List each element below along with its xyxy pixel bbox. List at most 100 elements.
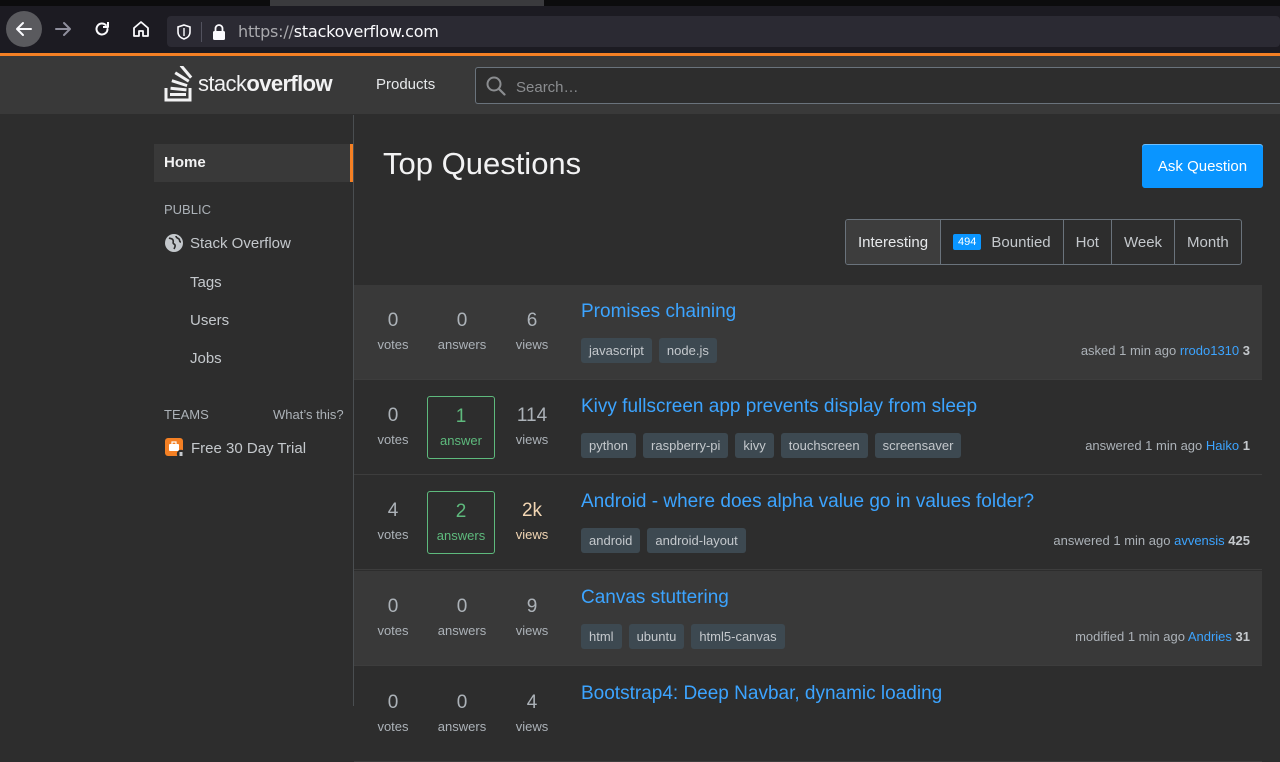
question-row: 0 votes 1 answer 114 views Kivy fullscreen … xyxy=(354,380,1262,475)
votes-number: 0 xyxy=(387,596,399,617)
sidebar-item-users[interactable]: Users xyxy=(190,312,229,329)
tag[interactable]: touchscreen xyxy=(780,433,868,458)
free-trial-link[interactable]: Free 30 Day Trial xyxy=(164,437,306,459)
view-count: 114 views xyxy=(502,405,562,447)
url-protocol: https:// xyxy=(238,22,294,41)
home-button[interactable] xyxy=(126,14,156,44)
vote-count: 0 votes xyxy=(363,405,423,447)
question-tags: javascript node.js xyxy=(581,338,724,363)
question-meta: answered 1 min ago Haiko 1 xyxy=(1085,438,1250,453)
votes-label: votes xyxy=(377,527,409,542)
sidebar-teams-heading: TEAMS xyxy=(164,407,209,422)
view-count: 6 views xyxy=(502,310,562,352)
vote-count: 0 votes xyxy=(363,596,423,638)
back-button[interactable] xyxy=(6,11,42,47)
question-tags: python raspberry-pi kivy touchscreen scr… xyxy=(581,433,968,458)
home-icon xyxy=(133,21,149,37)
view-count: 9 views xyxy=(502,596,562,638)
shield-icon[interactable] xyxy=(175,23,193,41)
left-sidebar: Home PUBLIC Stack Overflow Tags Users Jo… xyxy=(0,115,354,706)
bountied-count-badge: 494 xyxy=(953,234,982,250)
tag[interactable]: kivy xyxy=(735,433,774,458)
question-meta: modified 1 min ago Andries 31 xyxy=(1075,629,1250,644)
search-box[interactable] xyxy=(475,67,1280,104)
question-title-link[interactable]: Kivy fullscreen app prevents display fro… xyxy=(581,396,977,418)
browser-toolbar: https://stackoverflow.com xyxy=(0,6,1280,53)
user-link[interactable]: Andries xyxy=(1188,629,1232,644)
sidebar-stack-overflow-label: Stack Overflow xyxy=(190,234,291,252)
main-content: Top Questions Ask Question Interesting 4… xyxy=(354,115,1280,762)
sidebar-item-home[interactable]: Home xyxy=(154,144,353,182)
question-title-link[interactable]: Android - where does alpha value go in v… xyxy=(581,491,1034,513)
question-meta: answered 1 min ago avvensis 425 xyxy=(1053,533,1250,548)
votes-label: votes xyxy=(377,623,409,638)
question-meta: asked 1 min ago rrodo1310 3 xyxy=(1081,343,1250,358)
view-count: 2k views xyxy=(502,500,562,542)
tag[interactable]: javascript xyxy=(581,338,652,363)
question-row: 0 votes 0 answers 6 views Promises chaining… xyxy=(354,285,1262,380)
answers-label: answers xyxy=(437,337,487,352)
filter-bountied[interactable]: 494 Bountied xyxy=(941,220,1064,264)
views-label: views xyxy=(515,719,549,734)
views-number: 114 xyxy=(516,405,548,426)
products-menu[interactable]: Products xyxy=(364,68,447,101)
views-label: views xyxy=(515,337,549,352)
sidebar-item-stack-overflow[interactable]: Stack Overflow xyxy=(164,233,291,253)
address-bar[interactable]: https://stackoverflow.com xyxy=(167,16,1280,47)
tag[interactable]: html xyxy=(581,624,622,649)
meta-action: answered 1 min ago xyxy=(1085,438,1203,453)
tag[interactable]: html5-canvas xyxy=(691,624,785,649)
answer-count: 1 answer xyxy=(427,396,495,459)
lock-icon[interactable] xyxy=(211,23,227,41)
views-number: 4 xyxy=(526,692,538,713)
site-logo[interactable]: stackoverflow xyxy=(164,66,333,102)
answers-label: answer xyxy=(440,433,482,448)
question-row: 0 votes 0 answers 4 views Bootstrap4: Deep … xyxy=(354,667,1262,762)
question-title-link[interactable]: Canvas stuttering xyxy=(581,587,729,609)
sidebar-item-jobs[interactable]: Jobs xyxy=(190,350,222,367)
logo-light: stack xyxy=(198,71,247,96)
views-label: views xyxy=(515,432,549,447)
reload-button[interactable] xyxy=(87,14,117,44)
ask-question-button[interactable]: Ask Question xyxy=(1142,144,1263,188)
question-tags: android android-layout xyxy=(581,528,753,553)
tag[interactable]: screensaver xyxy=(874,433,962,458)
votes-label: votes xyxy=(377,337,409,352)
answer-count: 2 answers xyxy=(427,491,495,554)
filter-interesting[interactable]: Interesting xyxy=(846,220,942,264)
vote-count: 0 votes xyxy=(363,310,423,352)
question-title-link[interactable]: Bootstrap4: Deep Navbar, dynamic loading xyxy=(581,683,942,705)
arrow-right-icon xyxy=(55,22,71,36)
tag[interactable]: node.js xyxy=(658,338,717,363)
answers-label: answers xyxy=(437,623,487,638)
answers-number: 2 xyxy=(455,501,467,522)
url-host: stackoverflow.com xyxy=(293,22,439,41)
tag[interactable]: ubuntu xyxy=(628,624,685,649)
forward-button[interactable] xyxy=(48,14,78,44)
user-link[interactable]: rrodo1310 xyxy=(1180,343,1239,358)
globe-icon xyxy=(165,234,183,252)
votes-label: votes xyxy=(377,719,409,734)
whats-this-link[interactable]: What’s this? xyxy=(273,407,344,422)
reload-icon xyxy=(95,22,109,36)
answer-count: 0 answers xyxy=(432,596,492,638)
url-text[interactable]: https://stackoverflow.com xyxy=(238,22,439,41)
logo-bold: overflow xyxy=(246,71,333,96)
user-link[interactable]: avvensis xyxy=(1174,533,1225,548)
vote-count: 0 votes xyxy=(363,692,423,734)
site-header: stackoverflow Products xyxy=(0,56,1280,115)
search-input[interactable] xyxy=(514,75,1218,99)
tag[interactable]: raspberry-pi xyxy=(643,433,729,458)
tag[interactable]: android xyxy=(581,528,641,553)
question-title-link[interactable]: Promises chaining xyxy=(581,301,736,323)
filter-hot[interactable]: Hot xyxy=(1064,220,1112,264)
answers-label: answers xyxy=(437,719,487,734)
user-link[interactable]: Haiko xyxy=(1206,438,1239,453)
filter-week[interactable]: Week xyxy=(1112,220,1176,264)
sidebar-item-tags[interactable]: Tags xyxy=(190,274,222,291)
tag[interactable]: android-layout xyxy=(647,528,746,553)
arrow-left-icon xyxy=(16,22,32,36)
filter-month[interactable]: Month xyxy=(1175,220,1241,264)
tag[interactable]: python xyxy=(581,433,637,458)
page-title: Top Questions xyxy=(383,146,582,181)
